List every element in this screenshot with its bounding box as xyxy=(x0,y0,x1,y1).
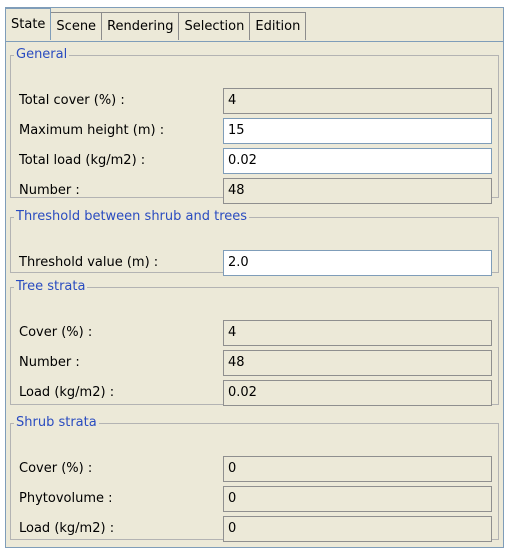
row-maximum-height: Maximum height (m) : 15 xyxy=(11,117,498,145)
maximum-height-label: Maximum height (m) : xyxy=(19,123,165,138)
total-load-input[interactable]: 0.02 xyxy=(223,148,492,174)
tree-cover-field: 4 xyxy=(223,320,492,346)
tab-edition[interactable]: Edition xyxy=(249,12,307,40)
maximum-height-input[interactable]: 15 xyxy=(223,118,492,144)
row-total-load: Total load (kg/m2) : 0.02 xyxy=(11,147,498,175)
row-shrub-load: Load (kg/m2) : 0 xyxy=(11,515,498,543)
tab-rendering[interactable]: Rendering xyxy=(101,12,180,40)
shrub-cover-label: Cover (%) : xyxy=(19,461,93,476)
row-tree-cover: Cover (%) : 4 xyxy=(11,319,498,347)
tab-scene[interactable]: Scene xyxy=(50,12,103,40)
threshold-value-input[interactable]: 2.0 xyxy=(223,250,492,276)
group-tree-strata: Tree strata Cover (%) : 4 Number : 48 Lo… xyxy=(10,279,499,407)
group-shrub-strata: Shrub strata Cover (%) : 0 Phytovolume :… xyxy=(10,415,499,543)
row-number: Number : 48 xyxy=(11,177,498,205)
group-threshold: Threshold between shrub and trees Thresh… xyxy=(10,209,499,276)
tree-load-label: Load (kg/m2) : xyxy=(19,385,115,400)
phytovolume-field: 0 xyxy=(223,486,492,512)
row-phytovolume: Phytovolume : 0 xyxy=(11,485,498,513)
group-threshold-title: Threshold between shrub and trees xyxy=(16,209,248,224)
shrub-load-field: 0 xyxy=(223,516,492,542)
row-threshold-value: Threshold value (m) : 2.0 xyxy=(11,249,498,277)
tab-bar: State Scene Rendering Selection Edition xyxy=(5,7,307,41)
total-cover-label: Total cover (%) : xyxy=(19,93,125,108)
group-general-title: General xyxy=(16,47,68,62)
group-shrub-strata-title: Shrub strata xyxy=(16,415,97,430)
row-tree-load: Load (kg/m2) : 0.02 xyxy=(11,379,498,407)
tree-load-field: 0.02 xyxy=(223,380,492,406)
tree-number-field: 48 xyxy=(223,350,492,376)
tab-state[interactable]: State xyxy=(5,7,52,40)
total-cover-field: 4 xyxy=(223,88,492,114)
tab-selection[interactable]: Selection xyxy=(178,12,251,40)
state-window: State Scene Rendering Selection Edition … xyxy=(0,0,512,553)
group-tree-strata-title: Tree strata xyxy=(16,279,86,294)
row-tree-number: Number : 48 xyxy=(11,349,498,377)
group-general: General Total cover (%) : 4 Maximum heig… xyxy=(10,47,499,204)
row-total-cover: Total cover (%) : 4 xyxy=(11,87,498,115)
tree-number-label: Number : xyxy=(19,355,80,370)
number-field: 48 xyxy=(223,178,492,204)
tree-cover-label: Cover (%) : xyxy=(19,325,93,340)
threshold-value-label: Threshold value (m) : xyxy=(19,255,159,270)
total-load-label: Total load (kg/m2) : xyxy=(19,153,146,168)
phytovolume-label: Phytovolume : xyxy=(19,491,113,506)
tab-divider xyxy=(5,41,504,42)
row-shrub-cover: Cover (%) : 0 xyxy=(11,455,498,483)
shrub-load-label: Load (kg/m2) : xyxy=(19,521,115,536)
shrub-cover-field: 0 xyxy=(223,456,492,482)
number-label: Number : xyxy=(19,183,80,198)
